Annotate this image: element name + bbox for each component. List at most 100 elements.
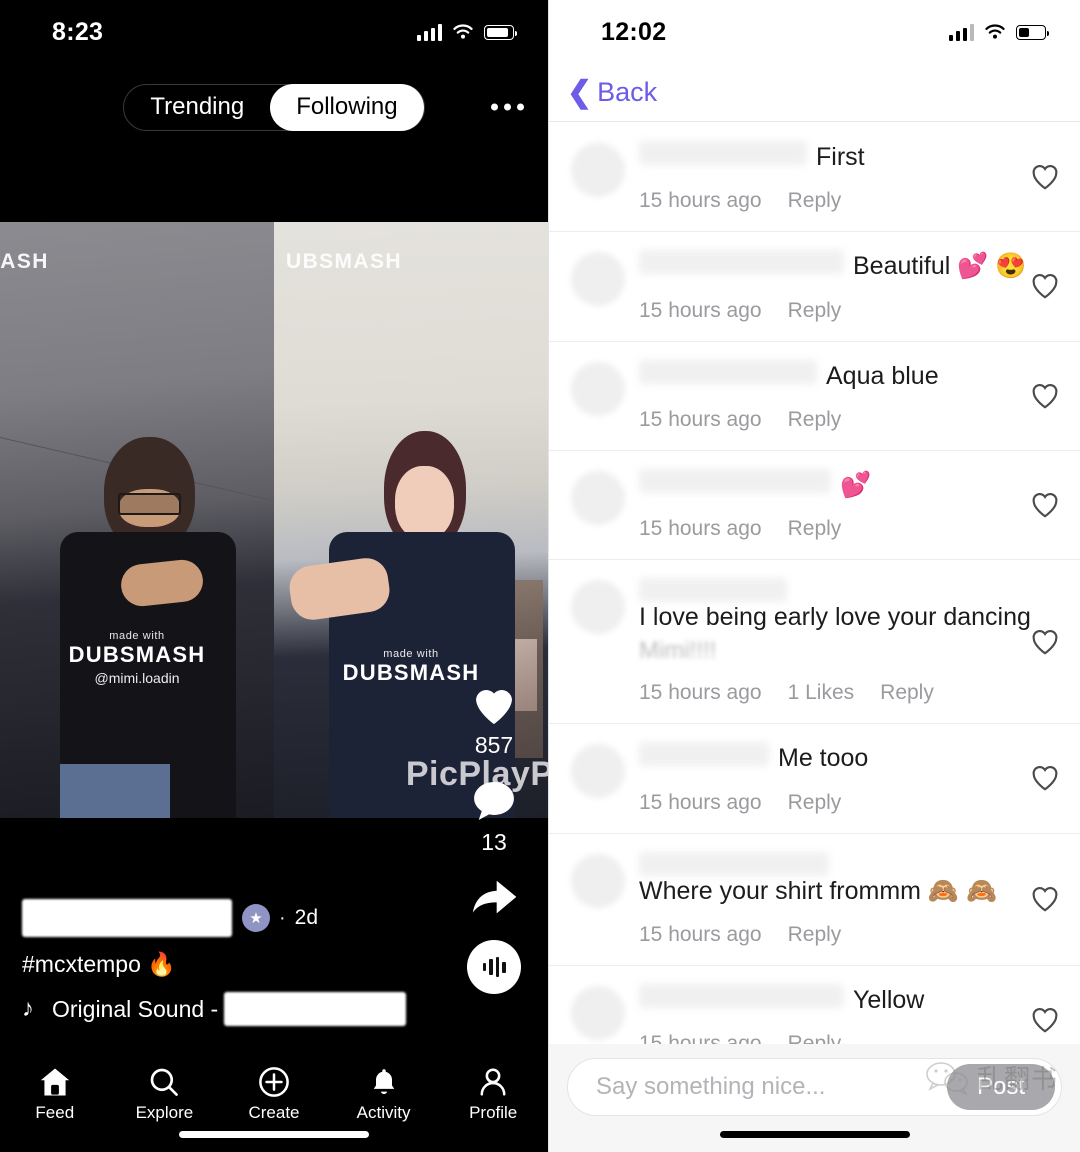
comment-timestamp: 15 hours ago (639, 791, 762, 815)
comment-meta: 15 hours ago Reply (639, 299, 1064, 323)
comment-body: Me tooo15 hours agoReply (625, 742, 1064, 814)
tab-following[interactable]: Following (270, 84, 423, 131)
dual-phone-screenshot: 8:23 Trending Following (0, 0, 1080, 1152)
tab-explore-label: Explore (136, 1103, 194, 1123)
tab-feed-label: Feed (35, 1103, 74, 1123)
sound-name-redacted (224, 992, 406, 1026)
sound-label: Original Sound - (52, 996, 218, 1023)
avatar[interactable] (571, 362, 625, 416)
comment-row[interactable]: I love being early love your dancing Mimi… (549, 560, 1080, 724)
comment-text: I love being early love your dancing (639, 602, 1031, 633)
heart-icon (471, 684, 517, 726)
comment-reply-button[interactable]: Reply (788, 923, 842, 947)
comment-meta: 15 hours ago Reply (639, 1032, 1064, 1044)
heart-outline-icon[interactable] (1030, 628, 1060, 656)
wechat-icon (925, 1061, 969, 1095)
dubsmash-watermark-right: UBSMASH (286, 250, 402, 274)
comment-reply-button[interactable]: Reply (880, 681, 934, 705)
avatar[interactable] (571, 252, 625, 306)
tab-explore[interactable]: Explore (110, 1066, 220, 1123)
music-note-icon: ♪ (22, 995, 34, 1023)
comment-row[interactable]: Beautiful 💕 😍15 hours agoReply (549, 232, 1080, 341)
avatar[interactable] (571, 744, 625, 798)
comment-reply-button[interactable]: Reply (788, 517, 842, 541)
caption-author-row[interactable]: ★ · 2d (22, 896, 452, 940)
back-button[interactable]: ❮ Back (567, 77, 657, 108)
comment-row[interactable]: Yellow 15 hours ago Reply (549, 966, 1080, 1044)
sound-disc-button[interactable] (458, 940, 530, 994)
comment-button[interactable]: 13 (458, 779, 530, 856)
comment-row[interactable]: First 15 hours ago Reply (549, 123, 1080, 232)
like-count: 857 (475, 732, 513, 759)
comment-body: Aqua blue15 hours agoReply (625, 360, 1064, 432)
comment-like-count: 1 Likes (788, 681, 855, 705)
comment-row[interactable]: Me tooo15 hours agoReply (549, 724, 1080, 833)
cellular-bars-icon (949, 24, 975, 41)
chevron-left-icon: ❮ (567, 78, 592, 108)
heart-outline-icon[interactable] (1030, 163, 1060, 191)
feed-tab-switch[interactable]: Trending Following (123, 84, 424, 131)
made-with-dubsmash-left: made with DUBSMASH @mimi.loadin (69, 630, 206, 686)
comment-meta: 15 hours ago Reply (639, 189, 1064, 213)
tab-create[interactable]: Create (219, 1066, 329, 1123)
person-icon (476, 1066, 510, 1098)
share-button[interactable] (458, 876, 530, 920)
tab-trending[interactable]: Trending (124, 84, 270, 131)
comment-text: Yellow (853, 985, 924, 1016)
cellular-bars-icon (417, 24, 443, 41)
comment-timestamp: 15 hours ago (639, 681, 762, 705)
tab-activity-label: Activity (357, 1103, 411, 1123)
status-icons (949, 23, 1047, 41)
comment-username-redacted (639, 984, 844, 1008)
comment-reply-button[interactable]: Reply (788, 299, 842, 323)
heart-outline-icon[interactable] (1030, 272, 1060, 300)
like-button[interactable]: 857 (458, 684, 530, 759)
comment-input-placeholder[interactable]: Say something nice... (596, 1073, 825, 1101)
music-waveform-icon (467, 940, 521, 994)
heart-outline-icon[interactable] (1030, 382, 1060, 410)
comments-list[interactable]: First15 hours agoReplyBeautiful 💕 😍15 ho… (549, 123, 1080, 1044)
more-options-icon[interactable] (491, 104, 524, 111)
avatar[interactable] (571, 143, 625, 197)
comment-username-redacted (639, 141, 807, 165)
status-bar-left: 8:23 (0, 0, 548, 64)
comments-screen: 12:02 ❮ Back First15 hours agoReplyBeaut… (548, 0, 1080, 1152)
comment-username-redacted (639, 852, 829, 876)
comment-meta: 15 hours agoReply (639, 408, 1064, 432)
comment-reply-button[interactable]: Reply (788, 791, 842, 815)
comment-row[interactable]: Aqua blue15 hours agoReply (549, 342, 1080, 451)
heart-outline-icon[interactable] (1030, 491, 1060, 519)
comment-meta: 15 hours agoReply (639, 517, 1064, 541)
tab-profile[interactable]: Profile (438, 1066, 548, 1123)
comment-row[interactable]: 💕15 hours agoReply (549, 451, 1080, 560)
video-left-pane: SMASH made with DUBSMASH @mimi.loadin (0, 222, 274, 818)
sound-row[interactable]: ♪ Original Sound - (22, 992, 452, 1026)
back-label: Back (597, 77, 657, 108)
avatar[interactable] (571, 471, 625, 525)
comment-timestamp: 15 hours ago (639, 299, 762, 323)
avatar[interactable] (571, 854, 625, 908)
avatar[interactable] (571, 986, 625, 1040)
comment-second-line: Mimi!!!! (639, 637, 1064, 665)
heart-outline-icon[interactable] (1030, 764, 1060, 792)
comment-timestamp: 15 hours ago (639, 1032, 762, 1044)
comment-timestamp: 15 hours ago (639, 923, 762, 947)
tab-feed[interactable]: Feed (0, 1066, 110, 1123)
tab-activity[interactable]: Activity (329, 1066, 439, 1123)
comment-text: First (816, 142, 865, 173)
comment-reply-button[interactable]: Reply (788, 1032, 842, 1044)
comment-reply-button[interactable]: Reply (788, 189, 842, 213)
comment-timestamp: 15 hours ago (639, 189, 762, 213)
heart-outline-icon[interactable] (1030, 885, 1060, 913)
comment-bubble-icon (471, 779, 517, 823)
caption-hashtag[interactable]: #mcxtempo 🔥 (22, 951, 452, 978)
comment-username-redacted (639, 250, 844, 274)
comment-count: 13 (481, 829, 507, 856)
avatar[interactable] (571, 580, 625, 634)
comment-body: Yellow 15 hours ago Reply (625, 984, 1064, 1044)
verified-star-badge: ★ (242, 904, 270, 932)
comment-reply-button[interactable]: Reply (788, 408, 842, 432)
heart-outline-icon[interactable] (1030, 1006, 1060, 1034)
comment-row[interactable]: Where your shirt frommm 🙈 🙈15 hours agoR… (549, 834, 1080, 966)
wechat-watermark-text: 乱翻书 (977, 1059, 1058, 1096)
